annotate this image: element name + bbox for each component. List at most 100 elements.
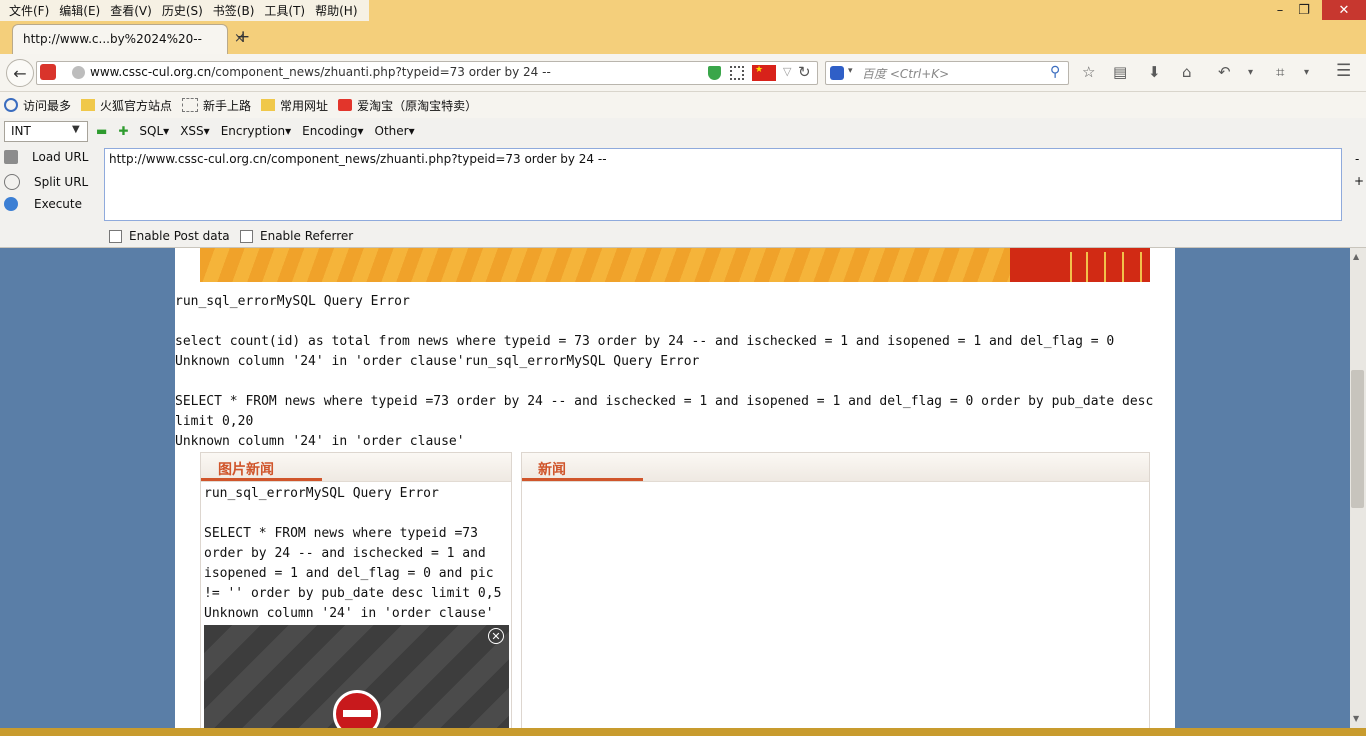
box-error-line: run_sql_errorMySQL Query Error <box>204 486 439 501</box>
title-underline <box>522 478 643 481</box>
load-url-button[interactable]: Load URL <box>4 150 88 164</box>
new-tab-button[interactable]: + <box>236 27 250 47</box>
bookmark-label: 常用网址 <box>280 98 329 113</box>
increase-icon[interactable]: ✚ <box>118 124 128 138</box>
menu-label: SQL <box>139 124 164 138</box>
crop-dropdown-icon[interactable]: ▾ <box>1304 67 1309 78</box>
bookmark-taobao[interactable]: 爱淘宝（原淘宝特卖） <box>338 97 477 114</box>
box-error-line: Unknown column '24' in 'order clause' <box>204 606 494 621</box>
enable-referrer-label: Enable Referrer <box>260 229 354 243</box>
home-icon[interactable]: ⌂ <box>1182 63 1192 81</box>
bookmark-label: 爱淘宝（原淘宝特卖） <box>357 98 478 113</box>
reading-list-icon[interactable]: ▤ <box>1113 63 1127 81</box>
search-magnifier-icon[interactable]: ⚲ <box>1050 64 1060 80</box>
page-banner <box>200 248 1150 282</box>
error-line: Unknown column '24' in 'order clause' <box>175 434 465 449</box>
url-path: /component_news/zhuanti.php?typeid=73 or… <box>211 65 551 79</box>
bookmark-label: 访问最多 <box>23 98 72 113</box>
undo-icon[interactable]: ↶ <box>1218 63 1231 81</box>
box-error-line: != '' order by pub_date desc limit 0,5 <box>204 586 502 601</box>
engine-dropdown-icon[interactable]: ▾ <box>848 66 853 76</box>
checkbox-box <box>109 229 122 243</box>
enable-post-checkbox[interactable]: Enable Post data <box>109 229 230 243</box>
hackbar-menu-sql[interactable]: SQL▾ <box>139 124 169 138</box>
hackbar-url-textarea[interactable]: http://www.cssc-cul.org.cn/component_new… <box>104 148 1342 221</box>
china-flag-icon: ★ <box>752 65 776 81</box>
error-line: run_sql_errorMySQL Query Error <box>175 294 410 309</box>
menu-edit[interactable]: 编辑(E) <box>54 1 105 21</box>
tab-active[interactable]: http://www.c...by%2024%20-- <box>12 24 228 54</box>
taobao-icon <box>338 99 353 111</box>
hamburger-menu-icon[interactable]: ☰ <box>1336 61 1351 81</box>
dropdown-arrow-icon[interactable]: ▽ <box>783 65 791 78</box>
folder-icon <box>261 99 276 111</box>
back-button[interactable]: ← <box>6 59 34 87</box>
bookmarks-bar: 访问最多 火狐官方站点 新手上路 常用网址 爱淘宝（原淘宝特卖） <box>0 92 1366 118</box>
bookmark-most-visited[interactable]: 访问最多 <box>4 97 71 114</box>
execute-icon <box>4 197 18 211</box>
hackbar-menu-xss[interactable]: XSS▾ <box>180 124 210 138</box>
execute-button[interactable]: Execute <box>4 197 82 211</box>
folder-icon <box>81 99 96 111</box>
hackbar-select-value: INT <box>11 124 31 138</box>
error-line: Unknown column '24' in 'order clause'run… <box>175 354 700 369</box>
menu-view[interactable]: 查看(V) <box>105 1 157 21</box>
shield-icon[interactable] <box>708 66 721 80</box>
maximize-button[interactable]: ❐ <box>1290 0 1318 20</box>
url-host: www.cssc-cul.org.cn <box>90 65 212 79</box>
bookmark-common-sites[interactable]: 常用网址 <box>261 97 328 114</box>
checkbox-box <box>240 229 253 243</box>
bookmark-firefox-site[interactable]: 火狐官方站点 <box>81 97 172 114</box>
bookmark-star-icon[interactable]: ☆ <box>1082 63 1095 81</box>
decrease-icon[interactable]: ▬ <box>96 124 107 138</box>
picture-news-title[interactable]: 图片新闻 <box>218 459 274 479</box>
menu-label: Encryption <box>220 124 286 138</box>
download-icon[interactable]: ⬇ <box>1148 63 1161 81</box>
scroll-down-icon[interactable]: ▼ <box>1353 714 1359 723</box>
menu-tools[interactable]: 工具(T) <box>259 1 310 21</box>
page-icon <box>182 98 199 112</box>
menu-bar: 文件(F) 编辑(E) 查看(V) 历史(S) 书签(B) 工具(T) 帮助(H… <box>0 0 369 21</box>
error-line: SELECT * FROM news where typeid =73 orde… <box>175 394 1154 409</box>
menu-file[interactable]: 文件(F) <box>4 1 54 21</box>
scrollbar-thumb[interactable] <box>1351 370 1364 508</box>
hackbar-menu-other[interactable]: Other▾ <box>375 124 415 138</box>
hackbar-menu-encoding[interactable]: Encoding▾ <box>302 124 363 138</box>
menu-bookmarks[interactable]: 书签(B) <box>208 1 260 21</box>
qrcode-icon[interactable] <box>730 66 744 80</box>
baidu-engine-icon[interactable] <box>830 66 844 80</box>
hackbar-shrink-button[interactable]: - <box>1355 152 1359 166</box>
url-text[interactable]: www.cssc-cul.org.cn/component_news/zhuan… <box>90 65 551 79</box>
news-box <box>521 452 1150 732</box>
hackbar-menu-encryption[interactable]: Encryption▾ <box>221 124 291 138</box>
undo-dropdown-icon[interactable]: ▾ <box>1248 67 1253 78</box>
tab-title: http://www.c...by%2024%20-- <box>23 32 202 46</box>
chevron-down-icon[interactable]: ▼ <box>72 124 80 135</box>
taskbar <box>0 728 1366 736</box>
news-title[interactable]: 新闻 <box>538 459 566 479</box>
split-url-button[interactable]: Split URL <box>4 174 88 190</box>
site-identity-icon[interactable] <box>40 64 56 80</box>
execute-label: Execute <box>34 197 82 211</box>
hackbar-grow-button[interactable]: + <box>1354 174 1364 188</box>
bookmark-label: 新手上路 <box>203 98 252 113</box>
globe-icon <box>72 66 85 79</box>
scroll-up-icon[interactable]: ▲ <box>1353 252 1359 261</box>
load-url-label: Load URL <box>32 150 89 164</box>
reload-icon[interactable]: ↻ <box>798 63 811 81</box>
close-icon[interactable]: ✕ <box>488 628 504 644</box>
split-url-label: Split URL <box>34 175 89 189</box>
enable-referrer-checkbox[interactable]: Enable Referrer <box>240 229 353 243</box>
error-line: select count(id) as total from news wher… <box>175 334 1115 349</box>
error-line: limit 0,20 <box>175 414 254 429</box>
search-placeholder: 百度 <Ctrl+K> <box>862 67 950 81</box>
close-window-button[interactable]: ✕ <box>1322 0 1366 20</box>
menu-help[interactable]: 帮助(H) <box>310 1 362 21</box>
title-underline <box>201 478 322 481</box>
bookmark-getting-started[interactable]: 新手上路 <box>182 97 251 114</box>
crop-icon[interactable]: ⌗ <box>1276 63 1284 81</box>
menu-history[interactable]: 历史(S) <box>157 1 208 21</box>
bookmark-label: 火狐官方站点 <box>100 98 173 113</box>
blocked-icon-bar <box>343 710 371 717</box>
menu-label: Other <box>374 124 409 138</box>
